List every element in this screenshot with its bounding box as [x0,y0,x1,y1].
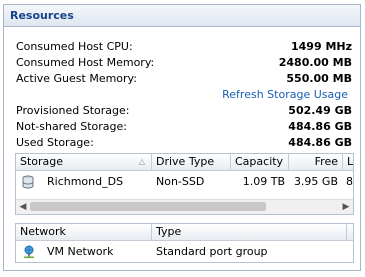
column-header-capacity[interactable]: Capacity [231,154,289,170]
stat-not-shared-storage: Not-shared Storage: 484.86 GB [16,119,352,135]
stat-label: Not-shared Storage: [16,120,127,133]
datastore-icon [22,175,34,189]
refresh-storage-usage-link[interactable]: Refresh Storage Usage [222,87,348,103]
stat-value: 550.00 MB [286,72,352,85]
stat-label: Provisioned Storage: [16,104,130,117]
sort-ascending-icon: △ [138,157,145,166]
column-header-free[interactable]: Free [289,154,343,170]
stat-label: Used Storage: [16,136,94,149]
table-row[interactable]: Richmond_DS Non-SSD 1.09 TB 3.95 GB 8/ [16,171,353,193]
column-header-last[interactable]: La [343,154,353,170]
stat-provisioned-storage: Provisioned Storage: 502.49 GB [16,103,352,119]
last-column-value: 8/ [346,175,353,188]
panel-title: Resources [4,5,360,27]
stat-value: 484.86 GB [288,120,352,133]
column-header-type[interactable]: Type [152,224,347,240]
stat-used-storage: Used Storage: 484.86 GB [16,135,352,151]
network-type: Standard port group [156,245,268,258]
storage-table: Storage △ Drive Type Capacity Free La Ri… [15,153,354,215]
scrollbar-thumb[interactable] [30,202,266,211]
column-header-network[interactable]: Network [16,224,152,240]
network-icon [22,245,36,259]
free-value: 3.95 GB [293,175,338,188]
storage-name: Richmond_DS [47,175,124,188]
stat-label: Consumed Host CPU: [16,40,133,53]
stat-value: 1499 MHz [291,40,352,53]
drive-type: Non-SSD [156,175,205,188]
stat-label: Consumed Host Memory: [16,56,155,69]
scroll-left-icon[interactable]: ◀ [16,200,30,214]
scroll-right-icon[interactable]: ▶ [339,200,353,214]
resources-panel: Resources Consumed Host CPU: 1499 MHz Co… [3,4,361,271]
table-row[interactable]: VM Network Standard port group [16,241,353,262]
stat-active-guest-memory: Active Guest Memory: 550.00 MB [16,71,352,87]
network-name: VM Network [47,245,114,258]
capacity-value: 1.09 TB [242,175,285,188]
stat-label: Active Guest Memory: [16,72,137,85]
stat-value: 484.86 GB [288,136,352,149]
network-table: Network Type VM Network Standard port gr… [15,223,354,263]
stat-value: 502.49 GB [288,104,352,117]
column-header-storage[interactable]: Storage △ [16,154,152,170]
horizontal-scrollbar[interactable]: ◀ ▶ [16,199,353,214]
stat-value: 2480.00 MB [278,56,352,69]
stat-consumed-host-memory: Consumed Host Memory: 2480.00 MB [16,55,352,71]
stat-consumed-host-cpu: Consumed Host CPU: 1499 MHz [16,39,352,55]
storage-table-header: Storage △ Drive Type Capacity Free La [16,154,353,171]
column-header-drive-type[interactable]: Drive Type [152,154,231,170]
network-table-header: Network Type [16,224,353,241]
